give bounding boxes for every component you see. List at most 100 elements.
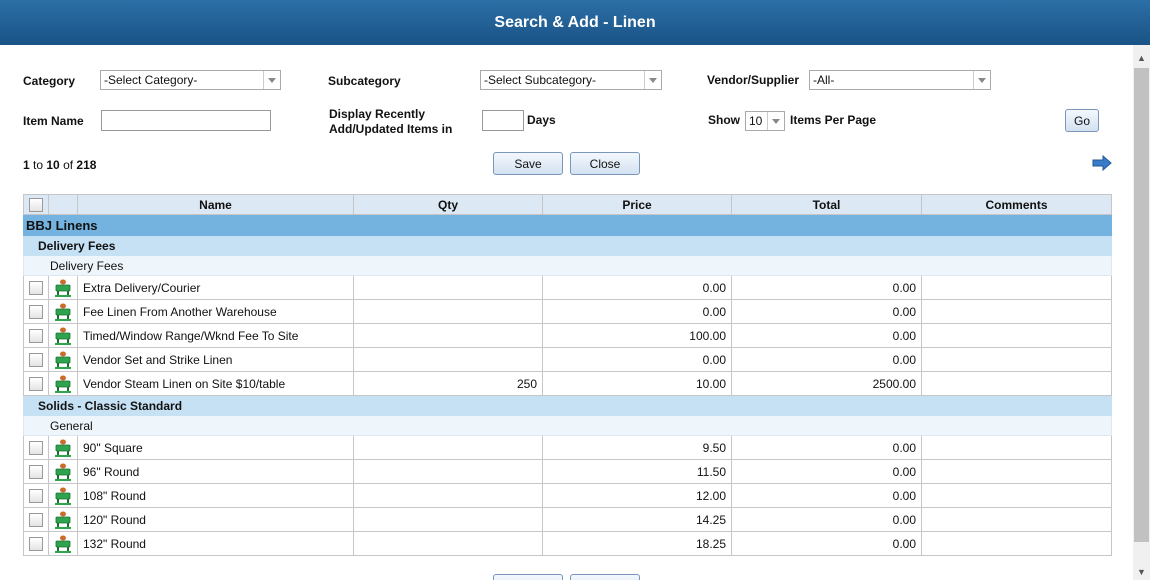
- linen-table-icon[interactable]: [53, 278, 73, 298]
- table-row: Extra Delivery/Courier 0.00 0.00: [23, 275, 1112, 300]
- comments-cell[interactable]: [921, 275, 1112, 300]
- linen-table-icon[interactable]: [53, 326, 73, 346]
- column-header-qty[interactable]: Qty: [353, 194, 543, 215]
- item-name-input[interactable]: [101, 110, 271, 131]
- row-select-cell: [23, 275, 49, 300]
- linen-table-icon[interactable]: [53, 486, 73, 506]
- linen-table-icon[interactable]: [53, 374, 73, 394]
- close-button-bottom[interactable]: [570, 574, 640, 580]
- item-name: 90" Square: [77, 435, 354, 460]
- column-header-total[interactable]: Total: [731, 194, 922, 215]
- dialog-title: Search & Add - Linen: [0, 0, 1150, 45]
- column-header-price[interactable]: Price: [542, 194, 732, 215]
- row-select-cell: [23, 371, 49, 396]
- row-select-cell: [23, 507, 49, 532]
- vendor-name: BBJ Linens: [23, 214, 1112, 236]
- chevron-down-icon: [263, 71, 280, 89]
- table-row: Timed/Window Range/Wknd Fee To Site 100.0…: [23, 323, 1112, 348]
- table-row: 132" Round 18.25 0.00: [23, 531, 1112, 556]
- price-cell: 12.00: [542, 483, 732, 508]
- vendor-group-row: BBJ Linens: [23, 214, 1112, 236]
- show-label: Show: [708, 113, 740, 127]
- days-label: Days: [527, 113, 556, 127]
- category-select[interactable]: -Select Category-: [100, 70, 281, 90]
- qty-cell[interactable]: [353, 299, 543, 324]
- arrow-right-icon[interactable]: [1092, 154, 1112, 172]
- row-select-cell: [23, 531, 49, 556]
- days-input[interactable]: [482, 110, 524, 131]
- qty-cell[interactable]: [353, 459, 543, 484]
- category-name: Solids - Classic Standard: [23, 395, 1112, 416]
- comments-cell[interactable]: [921, 531, 1112, 556]
- row-checkbox[interactable]: [29, 304, 43, 319]
- qty-cell[interactable]: [353, 531, 543, 556]
- comments-cell[interactable]: [921, 347, 1112, 372]
- comments-cell[interactable]: [921, 371, 1112, 396]
- linen-table-icon[interactable]: [53, 302, 73, 322]
- item-name: 108" Round: [77, 483, 354, 508]
- linen-table-icon[interactable]: [53, 534, 73, 554]
- comments-cell[interactable]: [921, 435, 1112, 460]
- row-icon-cell: [48, 531, 78, 556]
- column-header-name[interactable]: Name: [77, 194, 354, 215]
- linen-table-icon[interactable]: [53, 462, 73, 482]
- price-cell: 0.00: [542, 275, 732, 300]
- comments-cell[interactable]: [921, 323, 1112, 348]
- subcategory-label: Subcategory: [328, 74, 401, 88]
- qty-cell[interactable]: [353, 507, 543, 532]
- comments-cell[interactable]: [921, 299, 1112, 324]
- total-cell: 0.00: [731, 347, 922, 372]
- row-checkbox[interactable]: [29, 464, 43, 479]
- qty-cell[interactable]: [353, 275, 543, 300]
- table-row: Fee Linen From Another Warehouse 0.00 0.00: [23, 299, 1112, 324]
- row-icon-cell: [48, 371, 78, 396]
- save-button[interactable]: Save: [493, 152, 563, 175]
- qty-cell[interactable]: 250: [353, 371, 543, 396]
- total-cell: 0.00: [731, 275, 922, 300]
- price-cell: 18.25: [542, 531, 732, 556]
- pager-of: of: [59, 158, 77, 172]
- scroll-down-icon[interactable]: ▼: [1133, 563, 1150, 580]
- vendor-label: Vendor/Supplier: [707, 73, 800, 87]
- row-checkbox[interactable]: [29, 536, 43, 551]
- price-cell: 0.00: [542, 347, 732, 372]
- per-page-select[interactable]: 10: [745, 111, 785, 131]
- item-name: 120" Round: [77, 507, 354, 532]
- go-button[interactable]: Go: [1065, 109, 1099, 132]
- row-checkbox[interactable]: [29, 512, 43, 527]
- category-name: Delivery Fees: [23, 235, 1112, 256]
- chevron-down-icon: [644, 71, 661, 89]
- row-checkbox[interactable]: [29, 280, 43, 295]
- linen-table-icon[interactable]: [53, 350, 73, 370]
- save-button-bottom[interactable]: [493, 574, 563, 580]
- linen-table-icon[interactable]: [53, 510, 73, 530]
- qty-cell[interactable]: [353, 347, 543, 372]
- select-all-checkbox[interactable]: [29, 197, 43, 212]
- items-per-page-label: Items Per Page: [790, 113, 877, 127]
- scrollbar-thumb[interactable]: [1134, 68, 1149, 542]
- qty-cell[interactable]: [353, 435, 543, 460]
- comments-cell[interactable]: [921, 507, 1112, 532]
- select-all-cell: [23, 194, 49, 215]
- vendor-select[interactable]: -All-: [809, 70, 991, 90]
- qty-cell[interactable]: [353, 483, 543, 508]
- category-group-row: Solids - Classic Standard: [23, 395, 1112, 416]
- comments-cell[interactable]: [921, 483, 1112, 508]
- column-header-comments[interactable]: Comments: [921, 194, 1112, 215]
- comments-cell[interactable]: [921, 459, 1112, 484]
- close-button[interactable]: Close: [570, 152, 640, 175]
- pager-to: to: [29, 158, 47, 172]
- linen-table-icon[interactable]: [53, 438, 73, 458]
- qty-cell[interactable]: [353, 323, 543, 348]
- row-checkbox[interactable]: [29, 488, 43, 503]
- subcategory-select[interactable]: -Select Subcategory-: [480, 70, 662, 90]
- row-checkbox[interactable]: [29, 440, 43, 455]
- row-checkbox[interactable]: [29, 352, 43, 367]
- scroll-up-icon[interactable]: ▲: [1133, 49, 1150, 66]
- row-icon-cell: [48, 275, 78, 300]
- vertical-scrollbar[interactable]: ▲ ▼: [1133, 45, 1150, 580]
- icon-column-header: [48, 194, 78, 215]
- row-checkbox[interactable]: [29, 376, 43, 391]
- item-name: 132" Round: [77, 531, 354, 556]
- row-checkbox[interactable]: [29, 328, 43, 343]
